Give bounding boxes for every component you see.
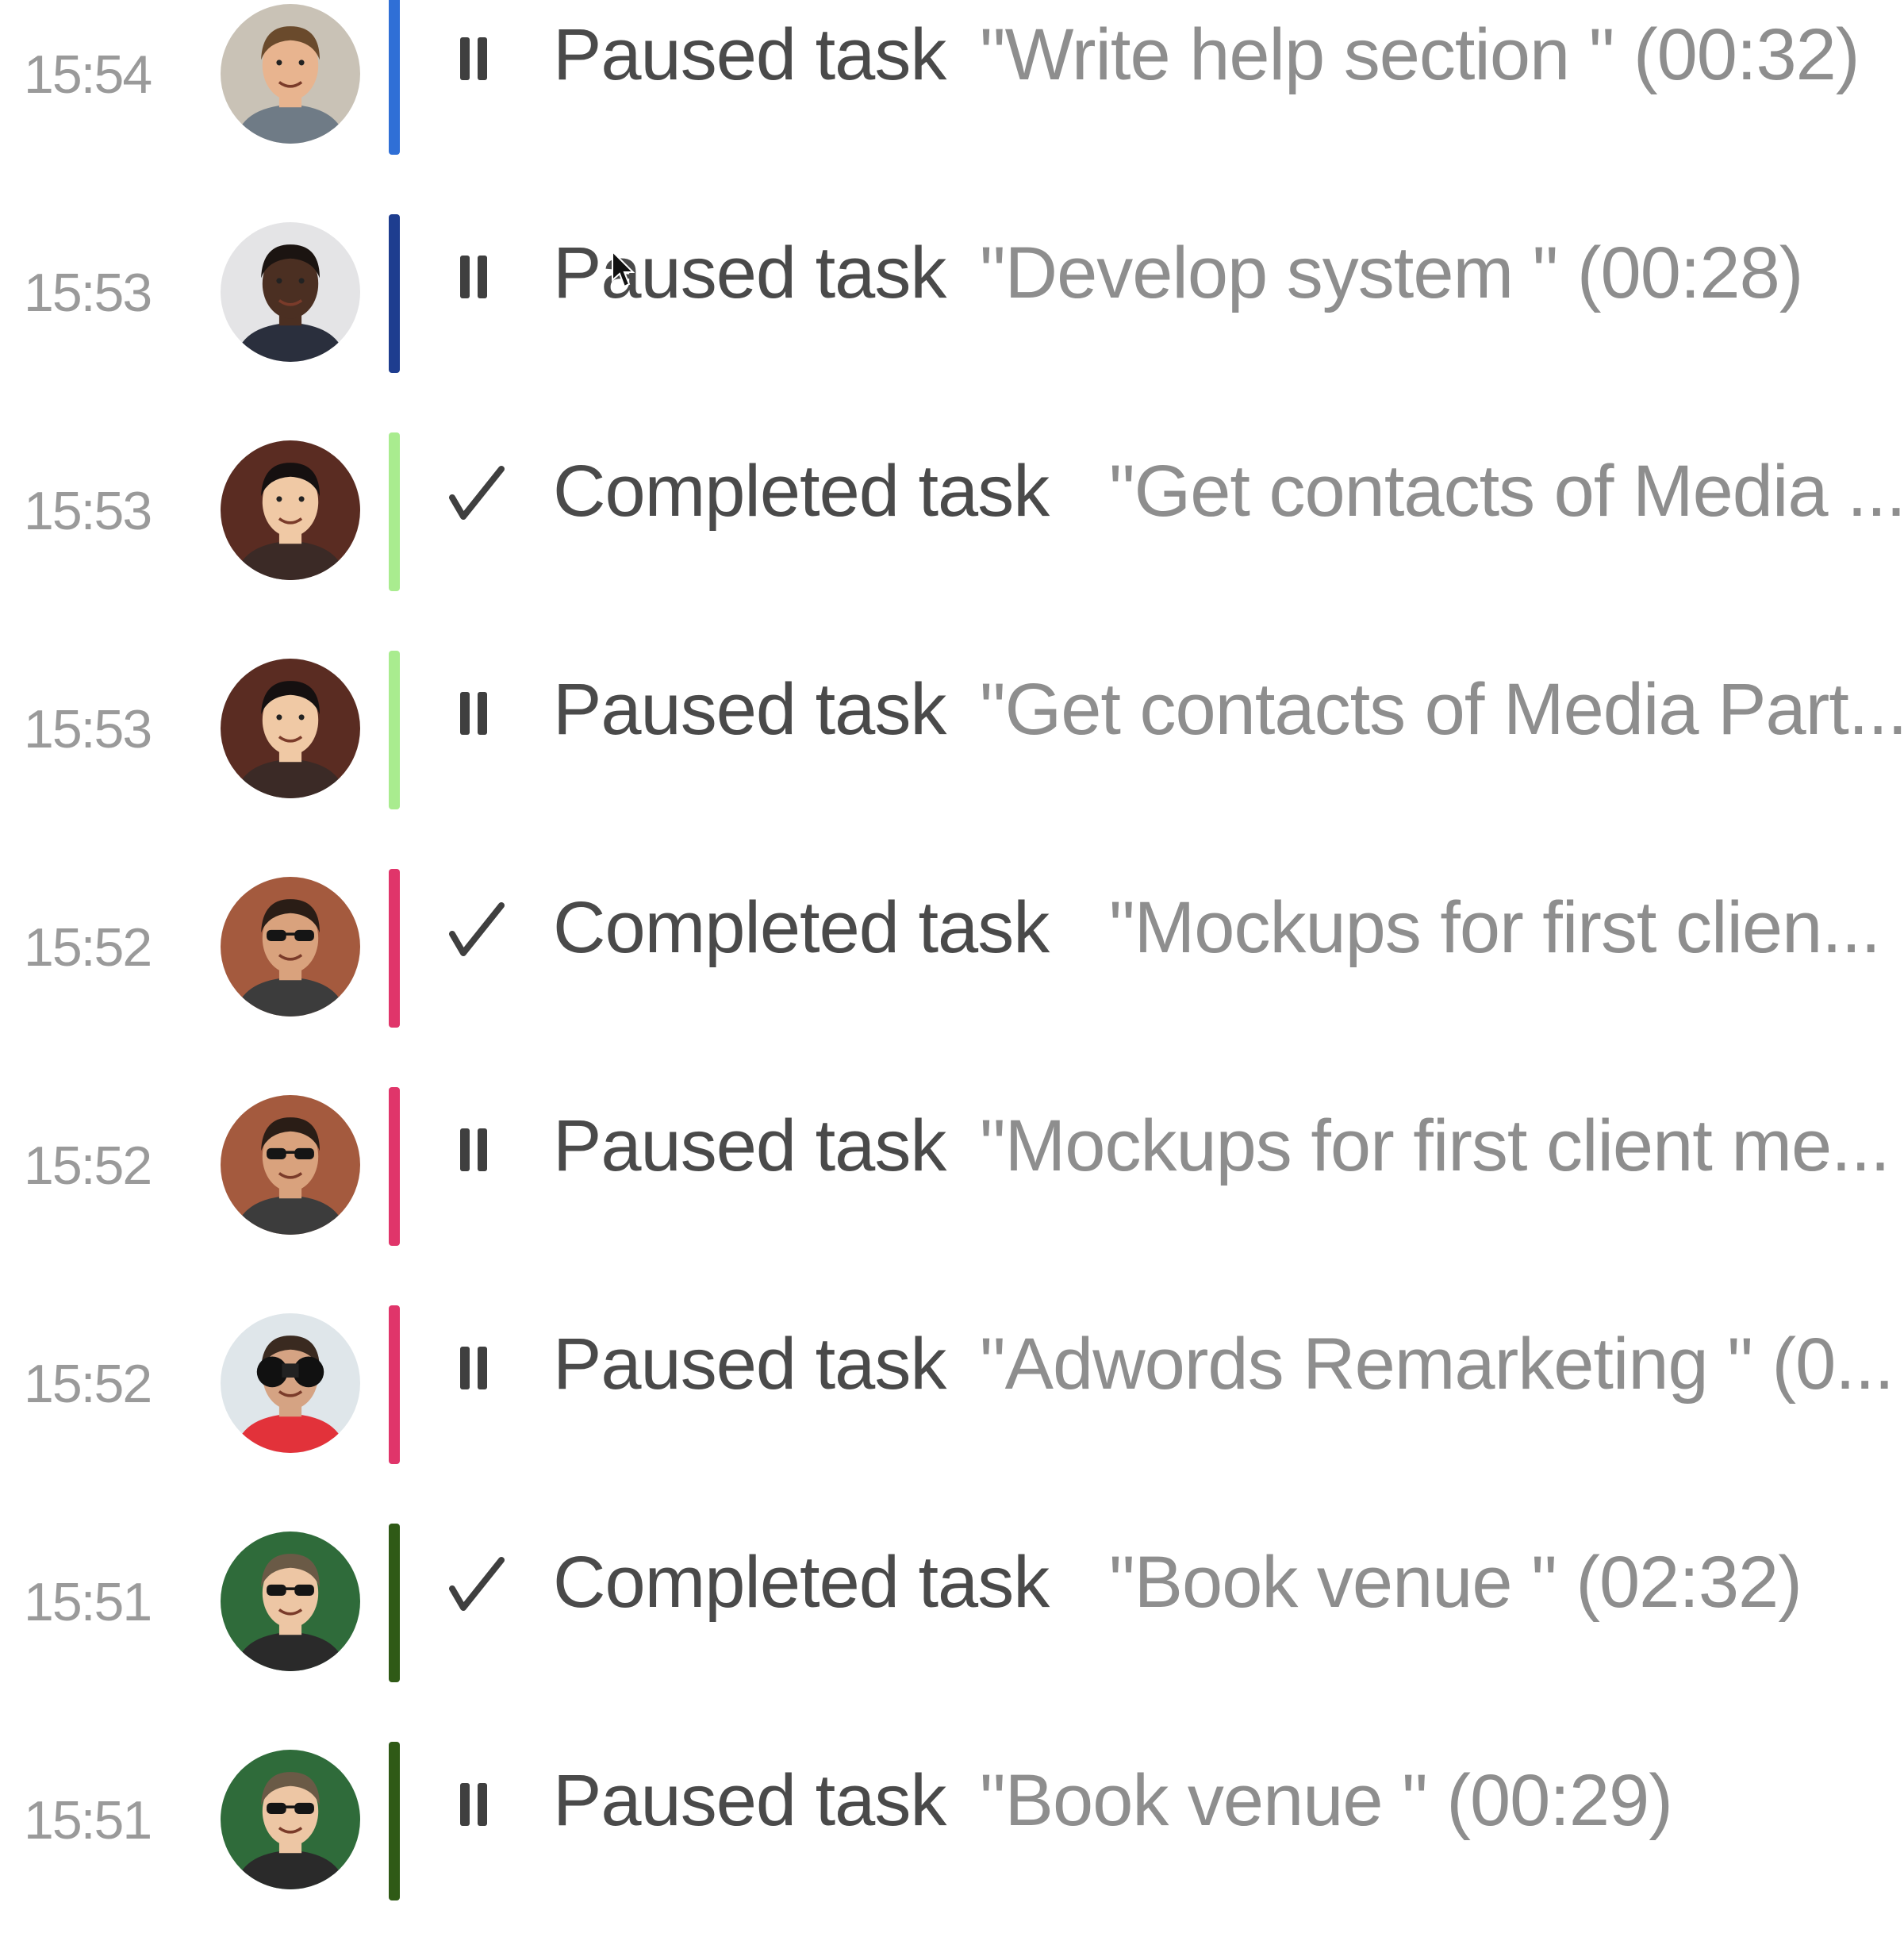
project-color-bar [389,0,400,155]
avatar[interactable] [221,1531,360,1671]
activity-action: Paused task [553,1760,946,1841]
task-name-link[interactable]: "Book venue " (00:29) [980,1759,1672,1843]
avatar[interactable] [221,1313,360,1453]
avatar[interactable] [221,1750,360,1889]
task-name-link[interactable]: "Book venue " (02:32) [1109,1541,1802,1624]
avatar[interactable] [221,1095,360,1235]
avatar[interactable] [221,659,360,798]
project-color-bar [389,432,400,591]
pause-icon [444,1321,508,1401]
activity-item[interactable]: 15:52 Paused task "Mockups for first clien… [0,1087,1904,1305]
activity-action: Completed task [553,451,1050,532]
avatar[interactable] [221,222,360,362]
project-color-bar [389,214,400,373]
activity-action: Completed task [553,1542,1050,1623]
activity-action: Paused task [553,1105,946,1186]
activity-time: 15:51 [24,1790,152,1850]
task-name-link[interactable]: "Get contacts of Media Part... [980,668,1904,751]
check-icon [444,1539,508,1619]
activity-action: Paused task [553,233,946,313]
pause-icon [444,230,508,309]
activity-time: 15:53 [24,481,152,541]
avatar[interactable] [221,440,360,580]
pause-icon [444,1103,508,1182]
activity-time: 15:51 [24,1572,152,1632]
avatar[interactable] [221,4,360,144]
pause-icon [444,1758,508,1837]
task-name-link[interactable]: "Mockups for first clien... [1109,886,1880,970]
project-color-bar [389,1087,400,1246]
project-color-bar [389,651,400,809]
activity-item[interactable]: 15:53 Completed task "Get contacts of Medi… [0,432,1904,651]
pause-icon [444,667,508,746]
task-name-link[interactable]: "Adwords Remarketing " (0... [980,1323,1894,1406]
pause-icon [444,12,508,91]
activity-time: 15:54 [24,44,152,105]
activity-item[interactable]: 15:53 Paused task "Get contacts of Media P… [0,651,1904,869]
check-icon [444,448,508,528]
activity-item[interactable]: 15:52 Completed task "Mockups for first cl… [0,869,1904,1087]
project-color-bar [389,1524,400,1682]
activity-action: Paused task [553,14,946,95]
task-name-link[interactable]: "Write help section " (00:32) [980,13,1859,97]
project-color-bar [389,869,400,1028]
activity-item[interactable]: 15:52 Paused task "Adwords Remarketing " (… [0,1305,1904,1524]
task-name-link[interactable]: "Develop system " (00:28) [980,232,1802,315]
activity-item[interactable]: 15:51 Completed task "Book venue " (02:32) [0,1524,1904,1742]
project-color-bar [389,1305,400,1464]
check-icon [444,885,508,964]
avatar[interactable] [221,877,360,1017]
activity-time: 15:53 [24,263,152,323]
activity-item[interactable]: 15:51 Paused task "Book venue " (00:29) [0,1742,1904,1960]
activity-time: 15:52 [24,1136,152,1196]
activity-action: Paused task [553,669,946,750]
task-name-link[interactable]: "Mockups for first client me... [980,1105,1890,1188]
activity-item[interactable]: 15:53 Paused task "Develop system " (00:28… [0,214,1904,432]
activity-item[interactable]: 15:54 Paused task "Write help section " (0… [0,0,1904,214]
activity-time: 15:53 [24,699,152,759]
activity-time: 15:52 [24,1354,152,1414]
project-color-bar [389,1742,400,1900]
activity-feed: 15:54 Paused task "Write help section " (0… [0,0,1904,1904]
activity-time: 15:52 [24,917,152,978]
activity-action: Completed task [553,887,1050,968]
task-name-link[interactable]: "Get contacts of Media ... [1109,450,1904,533]
activity-action: Paused task [553,1324,946,1405]
